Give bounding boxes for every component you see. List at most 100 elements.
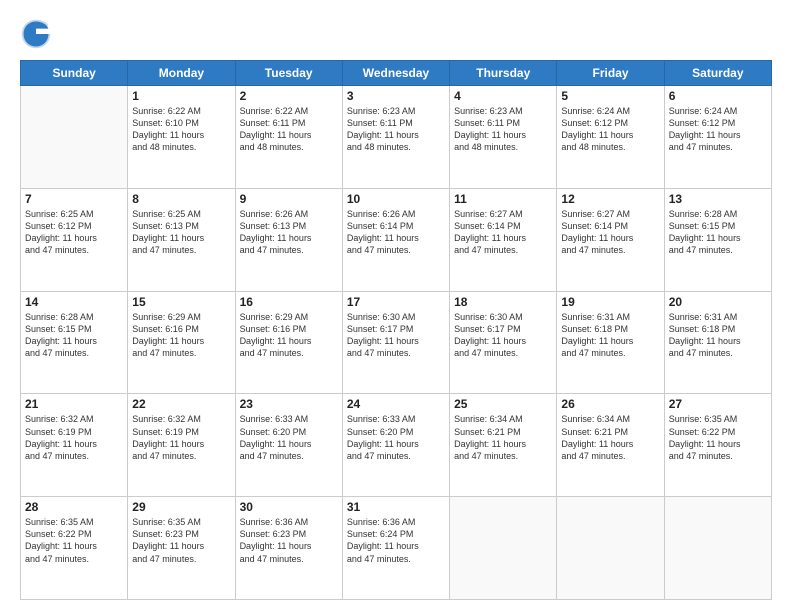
calendar-cell: 4 Sunrise: 6:23 AM Sunset: 6:11 PM Daylig… — [450, 86, 557, 189]
calendar-cell: 14 Sunrise: 6:28 AM Sunset: 6:15 PM Dayli… — [21, 291, 128, 394]
day-header-thursday: Thursday — [450, 61, 557, 86]
day-number: 10 — [347, 192, 445, 206]
calendar-cell: 25 Sunrise: 6:34 AM Sunset: 6:21 PM Dayli… — [450, 394, 557, 497]
cell-info: Sunrise: 6:36 AM Sunset: 6:24 PM Dayligh… — [347, 516, 445, 565]
calendar-week-5: 28 Sunrise: 6:35 AM Sunset: 6:22 PM Dayli… — [21, 497, 772, 600]
day-number: 29 — [132, 500, 230, 514]
calendar-cell — [21, 86, 128, 189]
cell-info: Sunrise: 6:34 AM Sunset: 6:21 PM Dayligh… — [561, 413, 659, 462]
day-header-tuesday: Tuesday — [235, 61, 342, 86]
day-header-sunday: Sunday — [21, 61, 128, 86]
cell-info: Sunrise: 6:27 AM Sunset: 6:14 PM Dayligh… — [561, 208, 659, 257]
calendar-table: SundayMondayTuesdayWednesdayThursdayFrid… — [20, 60, 772, 600]
cell-info: Sunrise: 6:26 AM Sunset: 6:13 PM Dayligh… — [240, 208, 338, 257]
calendar-cell: 8Sunrise: 6:25 AM Sunset: 6:13 PM Daylig… — [128, 188, 235, 291]
cell-info: Sunrise: 6:31 AM Sunset: 6:18 PM Dayligh… — [561, 311, 659, 360]
day-number: 26 — [561, 397, 659, 411]
calendar-cell: 18 Sunrise: 6:30 AM Sunset: 6:17 PM Dayli… — [450, 291, 557, 394]
calendar-cell — [450, 497, 557, 600]
day-header-monday: Monday — [128, 61, 235, 86]
calendar-cell: 1Sunrise: 6:22 AM Sunset: 6:10 PM Daylig… — [128, 86, 235, 189]
day-number: 9 — [240, 192, 338, 206]
day-number: 5 — [561, 89, 659, 103]
cell-info: Sunrise: 6:28 AM Sunset: 6:15 PM Dayligh… — [25, 311, 123, 360]
calendar-cell: 16Sunrise: 6:29 AM Sunset: 6:16 PM Dayli… — [235, 291, 342, 394]
calendar-cell: 20 Sunrise: 6:31 AM Sunset: 6:18 PM Dayli… — [664, 291, 771, 394]
cell-info: Sunrise: 6:33 AM Sunset: 6:20 PM Dayligh… — [347, 413, 445, 462]
calendar-cell: 9 Sunrise: 6:26 AM Sunset: 6:13 PM Daylig… — [235, 188, 342, 291]
day-number: 12 — [561, 192, 659, 206]
day-number: 25 — [454, 397, 552, 411]
calendar-cell: 26 Sunrise: 6:34 AM Sunset: 6:21 PM Dayli… — [557, 394, 664, 497]
calendar-cell: 21Sunrise: 6:32 AM Sunset: 6:19 PM Dayli… — [21, 394, 128, 497]
cell-info: Sunrise: 6:35 AM Sunset: 6:23 PM Dayligh… — [132, 516, 230, 565]
calendar-cell: 17 Sunrise: 6:30 AM Sunset: 6:17 PM Dayli… — [342, 291, 449, 394]
day-number: 28 — [25, 500, 123, 514]
cell-info: Sunrise: 6:26 AM Sunset: 6:14 PM Dayligh… — [347, 208, 445, 257]
header — [20, 18, 772, 50]
day-number: 23 — [240, 397, 338, 411]
cell-info: Sunrise: 6:23 AM Sunset: 6:11 PM Dayligh… — [347, 105, 445, 154]
cell-info: Sunrise: 6:30 AM Sunset: 6:17 PM Dayligh… — [454, 311, 552, 360]
day-header-wednesday: Wednesday — [342, 61, 449, 86]
day-number: 13 — [669, 192, 767, 206]
calendar-cell: 31 Sunrise: 6:36 AM Sunset: 6:24 PM Dayli… — [342, 497, 449, 600]
calendar-cell — [664, 497, 771, 600]
cell-info: Sunrise: 6:23 AM Sunset: 6:11 PM Dayligh… — [454, 105, 552, 154]
calendar-cell: 24Sunrise: 6:33 AM Sunset: 6:20 PM Dayli… — [342, 394, 449, 497]
cell-info: Sunrise: 6:29 AM Sunset: 6:16 PM Dayligh… — [132, 311, 230, 360]
calendar-cell: 22Sunrise: 6:32 AM Sunset: 6:19 PM Dayli… — [128, 394, 235, 497]
cell-info: Sunrise: 6:35 AM Sunset: 6:22 PM Dayligh… — [25, 516, 123, 565]
calendar-cell — [557, 497, 664, 600]
day-number: 4 — [454, 89, 552, 103]
calendar-cell: 29 Sunrise: 6:35 AM Sunset: 6:23 PM Dayli… — [128, 497, 235, 600]
calendar-cell: 23 Sunrise: 6:33 AM Sunset: 6:20 PM Dayli… — [235, 394, 342, 497]
calendar-cell: 12 Sunrise: 6:27 AM Sunset: 6:14 PM Dayli… — [557, 188, 664, 291]
day-number: 27 — [669, 397, 767, 411]
calendar-cell: 3Sunrise: 6:23 AM Sunset: 6:11 PM Daylig… — [342, 86, 449, 189]
cell-info: Sunrise: 6:24 AM Sunset: 6:12 PM Dayligh… — [561, 105, 659, 154]
day-number: 15 — [132, 295, 230, 309]
cell-info: Sunrise: 6:32 AM Sunset: 6:19 PM Dayligh… — [25, 413, 123, 462]
calendar-week-1: 1Sunrise: 6:22 AM Sunset: 6:10 PM Daylig… — [21, 86, 772, 189]
cell-info: Sunrise: 6:25 AM Sunset: 6:12 PM Dayligh… — [25, 208, 123, 257]
cell-info: Sunrise: 6:36 AM Sunset: 6:23 PM Dayligh… — [240, 516, 338, 565]
cell-info: Sunrise: 6:28 AM Sunset: 6:15 PM Dayligh… — [669, 208, 767, 257]
day-number: 30 — [240, 500, 338, 514]
calendar-cell: 30 Sunrise: 6:36 AM Sunset: 6:23 PM Dayli… — [235, 497, 342, 600]
cell-info: Sunrise: 6:24 AM Sunset: 6:12 PM Dayligh… — [669, 105, 767, 154]
logo — [20, 18, 58, 50]
calendar-cell: 2Sunrise: 6:22 AM Sunset: 6:11 PM Daylig… — [235, 86, 342, 189]
cell-info: Sunrise: 6:33 AM Sunset: 6:20 PM Dayligh… — [240, 413, 338, 462]
day-header-saturday: Saturday — [664, 61, 771, 86]
logo-icon — [20, 18, 52, 50]
cell-info: Sunrise: 6:35 AM Sunset: 6:22 PM Dayligh… — [669, 413, 767, 462]
calendar-cell: 11Sunrise: 6:27 AM Sunset: 6:14 PM Dayli… — [450, 188, 557, 291]
cell-info: Sunrise: 6:34 AM Sunset: 6:21 PM Dayligh… — [454, 413, 552, 462]
calendar-cell: 13 Sunrise: 6:28 AM Sunset: 6:15 PM Dayli… — [664, 188, 771, 291]
day-number: 19 — [561, 295, 659, 309]
cell-info: Sunrise: 6:30 AM Sunset: 6:17 PM Dayligh… — [347, 311, 445, 360]
page: SundayMondayTuesdayWednesdayThursdayFrid… — [0, 0, 792, 612]
day-number: 14 — [25, 295, 123, 309]
calendar-cell: 6Sunrise: 6:24 AM Sunset: 6:12 PM Daylig… — [664, 86, 771, 189]
cell-info: Sunrise: 6:22 AM Sunset: 6:10 PM Dayligh… — [132, 105, 230, 154]
calendar-week-3: 14 Sunrise: 6:28 AM Sunset: 6:15 PM Dayli… — [21, 291, 772, 394]
day-number: 2 — [240, 89, 338, 103]
day-number: 20 — [669, 295, 767, 309]
calendar-cell: 27 Sunrise: 6:35 AM Sunset: 6:22 PM Dayli… — [664, 394, 771, 497]
cell-info: Sunrise: 6:31 AM Sunset: 6:18 PM Dayligh… — [669, 311, 767, 360]
calendar-cell: 19 Sunrise: 6:31 AM Sunset: 6:18 PM Dayli… — [557, 291, 664, 394]
calendar-cell: 28 Sunrise: 6:35 AM Sunset: 6:22 PM Dayli… — [21, 497, 128, 600]
day-number: 17 — [347, 295, 445, 309]
cell-info: Sunrise: 6:29 AM Sunset: 6:16 PM Dayligh… — [240, 311, 338, 360]
calendar-cell: 15 Sunrise: 6:29 AM Sunset: 6:16 PM Dayli… — [128, 291, 235, 394]
calendar-week-4: 21Sunrise: 6:32 AM Sunset: 6:19 PM Dayli… — [21, 394, 772, 497]
day-number: 8 — [132, 192, 230, 206]
calendar-week-2: 7 Sunrise: 6:25 AM Sunset: 6:12 PM Daylig… — [21, 188, 772, 291]
day-number: 7 — [25, 192, 123, 206]
day-header-friday: Friday — [557, 61, 664, 86]
day-number: 31 — [347, 500, 445, 514]
day-number: 18 — [454, 295, 552, 309]
day-number: 22 — [132, 397, 230, 411]
